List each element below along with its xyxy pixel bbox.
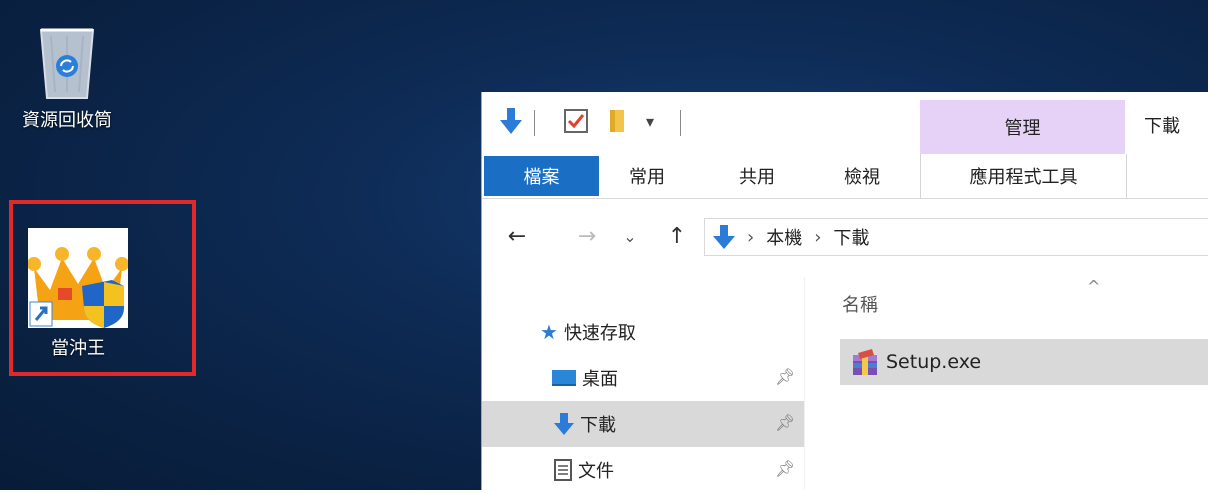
chevron-right-icon[interactable]: › [814, 227, 821, 248]
recycle-bin-shortcut[interactable]: 資源回收筒 [12, 22, 122, 132]
nav-item-documents[interactable]: 文件 📌︎ [482, 447, 804, 493]
new-folder-icon[interactable] [608, 106, 626, 136]
file-explorer-window: ▾ 管理 下載 檔案 常用 共用 檢視 應用程式工具 ← → ⌄ ↑ › 本機 … [481, 92, 1208, 490]
up-arrow-icon[interactable]: ↑ [662, 218, 692, 254]
toolbar-separator [680, 110, 681, 136]
ribbon-tabs: 檔案 常用 共用 檢視 應用程式工具 [482, 154, 1208, 198]
back-arrow-icon[interactable]: ← [500, 218, 534, 254]
customize-toolbar-icon[interactable]: ▾ [646, 106, 654, 136]
tab-application-tools[interactable]: 應用程式工具 [920, 154, 1127, 198]
nav-item-label: 文件 [578, 461, 614, 482]
pin-icon[interactable]: 📌︎ [775, 459, 795, 478]
pin-icon[interactable]: 📌︎ [775, 367, 795, 386]
properties-check-icon[interactable] [564, 106, 588, 136]
window-title: 下載 [1144, 116, 1180, 137]
download-folder-icon [713, 225, 735, 249]
download-arrow-icon[interactable] [500, 106, 522, 136]
star-icon: ★ [540, 320, 558, 344]
tab-file[interactable]: 檔案 [484, 156, 599, 196]
tab-home[interactable]: 常用 [612, 154, 682, 198]
file-list: ^ 名稱 Setup.exe [804, 277, 1208, 490]
file-name: Setup.exe [886, 351, 982, 373]
address-path-box[interactable]: › 本機 › 下載 [704, 218, 1208, 256]
nav-item-label: 快速存取 [563, 323, 636, 344]
forward-arrow-icon[interactable]: → [572, 218, 602, 254]
nav-item-desktop[interactable]: 桌面 📌︎ [482, 355, 804, 401]
game-shortcut[interactable]: 當沖王 [18, 228, 138, 360]
address-bar: ← → ⌄ ↑ › 本機 › 下載 [482, 212, 1208, 262]
file-row[interactable]: Setup.exe [840, 339, 1208, 385]
tab-manage[interactable]: 管理 [920, 100, 1125, 154]
recent-locations-chevron-icon[interactable]: ⌄ [618, 218, 642, 254]
nav-item-label: 下載 [580, 415, 616, 436]
toolbar-separator [534, 110, 535, 136]
game-shortcut-label: 當沖王 [51, 338, 105, 359]
crown-shield-icon [28, 228, 128, 328]
sort-ascending-icon[interactable]: ^ [1087, 277, 1100, 296]
recycle-bin-icon [39, 28, 95, 99]
nav-item-quick-access[interactable]: ★ 快速存取 [482, 309, 804, 355]
ribbon-divider [482, 198, 1208, 199]
nav-item-downloads[interactable]: 下載 📌︎ [482, 401, 804, 447]
recycle-bin-label: 資源回收筒 [22, 110, 112, 131]
tab-share[interactable]: 共用 [722, 154, 792, 198]
column-header-name[interactable]: 名稱 [842, 291, 878, 317]
quick-access-toolbar: ▾ 管理 下載 [482, 92, 1208, 154]
pin-icon[interactable]: 📌︎ [775, 413, 795, 432]
desktop-folder-icon [552, 368, 576, 388]
chevron-right-icon[interactable]: › [747, 227, 754, 248]
document-icon [554, 459, 572, 481]
winrar-archive-icon [850, 347, 880, 377]
navigation-pane: ★ 快速存取 桌面 📌︎ 下載 📌︎ 文件 📌︎ [482, 277, 805, 490]
tab-view[interactable]: 檢視 [827, 154, 897, 198]
download-arrow-icon [554, 413, 574, 435]
breadcrumb-downloads[interactable]: 下載 [833, 224, 869, 250]
breadcrumb-this-pc[interactable]: 本機 [766, 224, 802, 250]
nav-item-label: 桌面 [582, 369, 618, 390]
